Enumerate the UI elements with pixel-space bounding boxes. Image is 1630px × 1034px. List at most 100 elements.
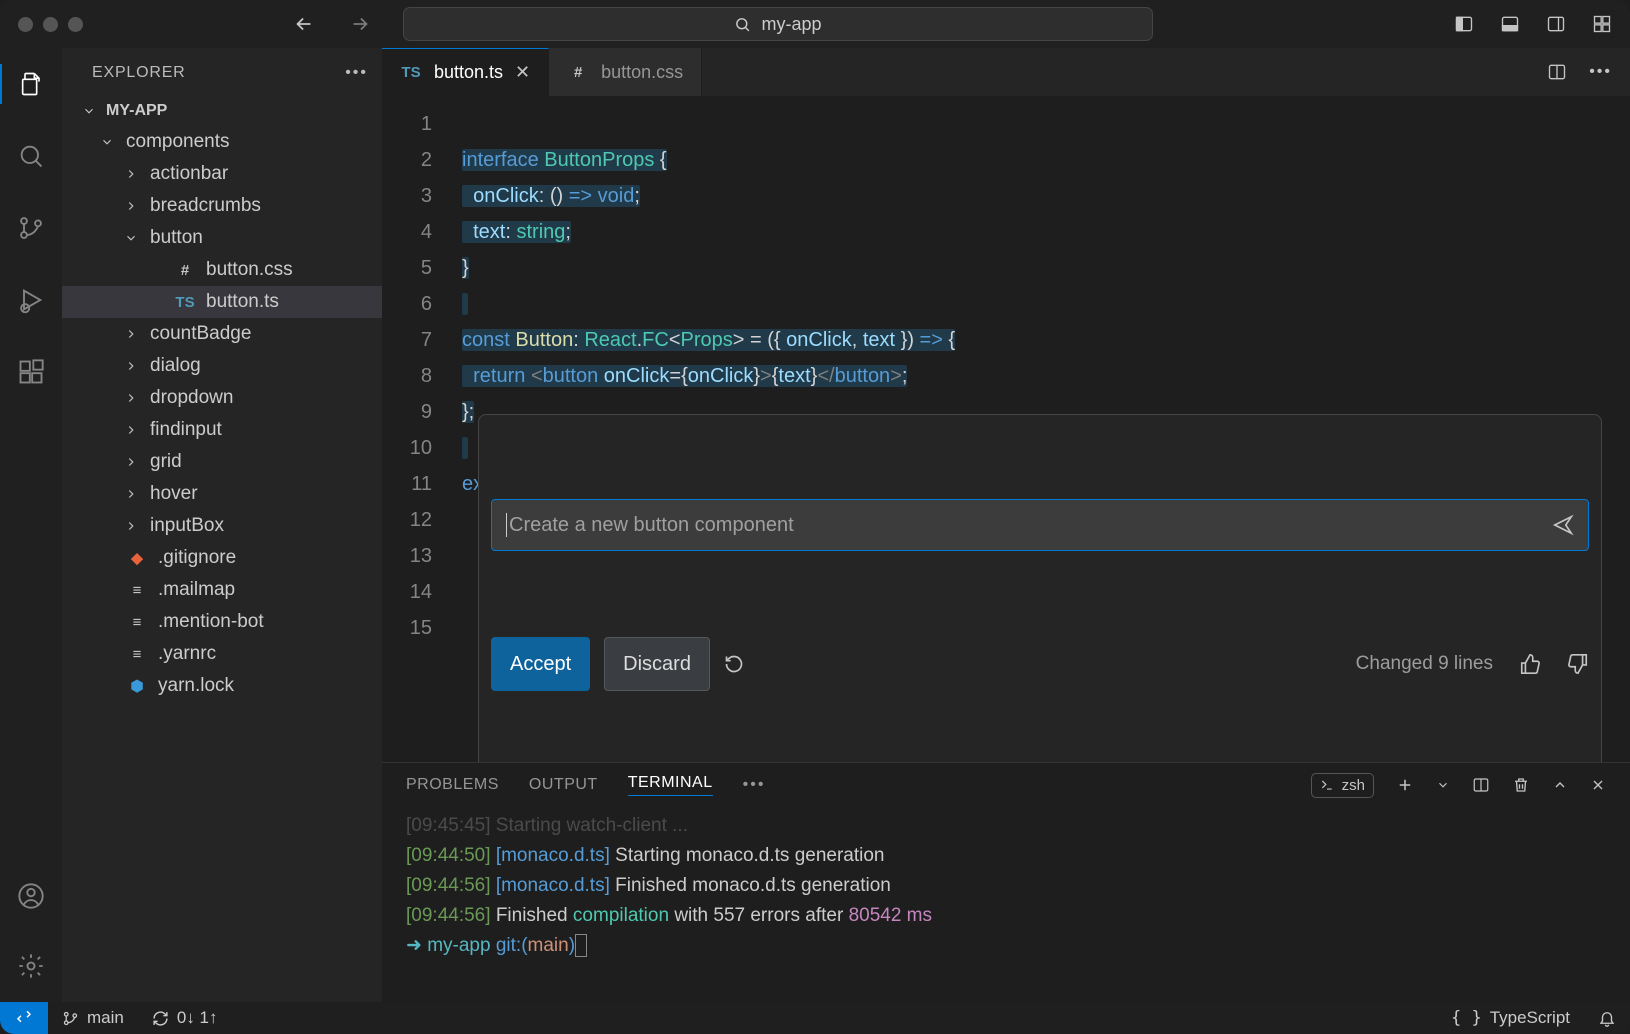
chevron-right-icon	[122, 199, 140, 213]
tab-button-ts[interactable]: TS button.ts ✕	[382, 48, 549, 96]
language-mode-status[interactable]: { }TypeScript	[1437, 1008, 1584, 1028]
folder-item[interactable]: hover	[62, 478, 382, 510]
project-root[interactable]: MY-APP	[62, 96, 382, 126]
explorer-more-icon[interactable]: •••	[345, 64, 368, 82]
customize-layout-icon[interactable]	[1592, 14, 1612, 34]
close-window-icon[interactable]	[18, 17, 33, 32]
chevron-right-icon	[122, 391, 140, 405]
new-terminal-icon[interactable]	[1396, 776, 1414, 794]
toggle-secondary-sidebar-icon[interactable]	[1546, 14, 1566, 34]
file-item[interactable]: #button.css	[62, 254, 382, 286]
tab-button-css[interactable]: # button.css	[549, 48, 702, 96]
kill-terminal-icon[interactable]	[1512, 776, 1530, 794]
editor-more-icon[interactable]: •••	[1589, 63, 1612, 81]
search-icon	[734, 16, 751, 33]
typescript-icon: TS	[400, 64, 422, 81]
notifications-icon[interactable]	[1584, 1009, 1630, 1027]
toggle-primary-sidebar-icon[interactable]	[1454, 14, 1474, 34]
discard-button[interactable]: Discard	[604, 637, 710, 691]
zoom-window-icon[interactable]	[68, 17, 83, 32]
search-activity-icon[interactable]	[0, 136, 61, 176]
tab-label: button.ts	[434, 62, 503, 83]
folder-item[interactable]: breadcrumbs	[62, 190, 382, 222]
inline-chat-widget: Create a new button component Accept Dis…	[478, 414, 1602, 762]
nav-forward-icon[interactable]	[349, 13, 371, 35]
window-controls	[18, 17, 83, 32]
maximize-panel-icon[interactable]	[1552, 777, 1568, 793]
remote-indicator[interactable]	[0, 1002, 48, 1034]
folder-item[interactable]: dialog	[62, 350, 382, 382]
folder-item[interactable]: findinput	[62, 414, 382, 446]
activity-bar	[0, 48, 62, 1002]
send-icon[interactable]	[1552, 514, 1574, 536]
chevron-down-icon	[98, 135, 116, 149]
file-item[interactable]: ≡.yarnrc	[62, 638, 382, 670]
accounts-icon[interactable]	[17, 876, 45, 916]
file-item[interactable]: ≡.mention-bot	[62, 606, 382, 638]
status-bar: main 0↓ 1↑ { }TypeScript	[0, 1002, 1630, 1034]
chevron-right-icon	[122, 487, 140, 501]
chevron-right-icon	[122, 167, 140, 181]
split-editor-icon[interactable]	[1547, 62, 1567, 82]
toggle-panel-icon[interactable]	[1500, 14, 1520, 34]
thumbs-down-icon[interactable]	[1567, 653, 1589, 675]
chevron-right-icon	[122, 327, 140, 341]
explorer-activity-icon[interactable]	[0, 64, 61, 104]
panel-more-icon[interactable]: •••	[743, 776, 766, 794]
inline-chat-placeholder: Create a new button component	[509, 507, 794, 543]
chevron-right-icon	[122, 359, 140, 373]
source-control-activity-icon[interactable]	[0, 208, 61, 248]
project-name: MY-APP	[106, 102, 167, 120]
code-editor[interactable]: 123456789101112131415 interface ButtonPr…	[382, 96, 1630, 762]
explorer-title: EXPLORER	[92, 64, 186, 82]
settings-gear-icon[interactable]	[17, 946, 45, 986]
file-tree: componentsactionbarbreadcrumbsbutton#but…	[62, 126, 382, 702]
folder-item[interactable]: inputBox	[62, 510, 382, 542]
line-gutter: 123456789101112131415	[382, 96, 462, 762]
accept-button[interactable]: Accept	[491, 637, 590, 691]
file-item[interactable]: ⬢yarn.lock	[62, 670, 382, 702]
extensions-activity-icon[interactable]	[0, 352, 61, 392]
folder-item[interactable]: countBadge	[62, 318, 382, 350]
folder-item[interactable]: button	[62, 222, 382, 254]
code-body[interactable]: interface ButtonProps { onClick: () => v…	[462, 96, 1630, 762]
folder-item[interactable]: dropdown	[62, 382, 382, 414]
run-debug-activity-icon[interactable]	[0, 280, 61, 320]
file-item[interactable]: ≡.mailmap	[62, 574, 382, 606]
panel-tab-output[interactable]: OUTPUT	[529, 776, 598, 794]
split-terminal-icon[interactable]	[1472, 776, 1490, 794]
close-tab-icon[interactable]: ✕	[515, 62, 530, 83]
git-branch-status[interactable]: main	[48, 1008, 138, 1028]
folder-item[interactable]: actionbar	[62, 158, 382, 190]
close-panel-icon[interactable]	[1590, 777, 1606, 793]
panel-tab-terminal[interactable]: TERMINAL	[628, 774, 713, 796]
command-center-search[interactable]: my-app	[403, 7, 1153, 41]
title-bar: my-app	[0, 0, 1630, 48]
nav-back-icon[interactable]	[293, 13, 315, 35]
changed-lines-label: Changed 9 lines	[1356, 646, 1493, 682]
css-icon: #	[174, 262, 196, 279]
inline-chat-input[interactable]: Create a new button component	[491, 499, 1589, 551]
file-item[interactable]: ◆.gitignore	[62, 542, 382, 574]
terminal-output[interactable]: [09:45:45] Starting watch-client ... [09…	[382, 807, 1630, 1002]
terminal-shell-picker[interactable]: zsh	[1311, 773, 1374, 798]
txt-icon: ≡	[126, 646, 148, 663]
chevron-right-icon	[122, 455, 140, 469]
editor-tabs: TS button.ts ✕ # button.css •••	[382, 48, 1630, 96]
search-text: my-app	[761, 14, 821, 35]
css-icon: #	[567, 64, 589, 81]
folder-item[interactable]: grid	[62, 446, 382, 478]
folder-item[interactable]: components	[62, 126, 382, 158]
chevron-right-icon	[122, 423, 140, 437]
thumbs-up-icon[interactable]	[1519, 653, 1541, 675]
tab-label: button.css	[601, 62, 683, 83]
git-sync-status[interactable]: 0↓ 1↑	[138, 1008, 232, 1028]
chevron-down-icon	[122, 231, 140, 245]
file-item[interactable]: TSbutton.ts	[62, 286, 382, 318]
regenerate-icon[interactable]	[724, 654, 744, 674]
minimize-window-icon[interactable]	[43, 17, 58, 32]
chevron-right-icon	[122, 519, 140, 533]
txt-icon: ≡	[126, 582, 148, 599]
terminal-dropdown-icon[interactable]	[1436, 778, 1450, 792]
panel-tab-problems[interactable]: PROBLEMS	[406, 776, 499, 794]
